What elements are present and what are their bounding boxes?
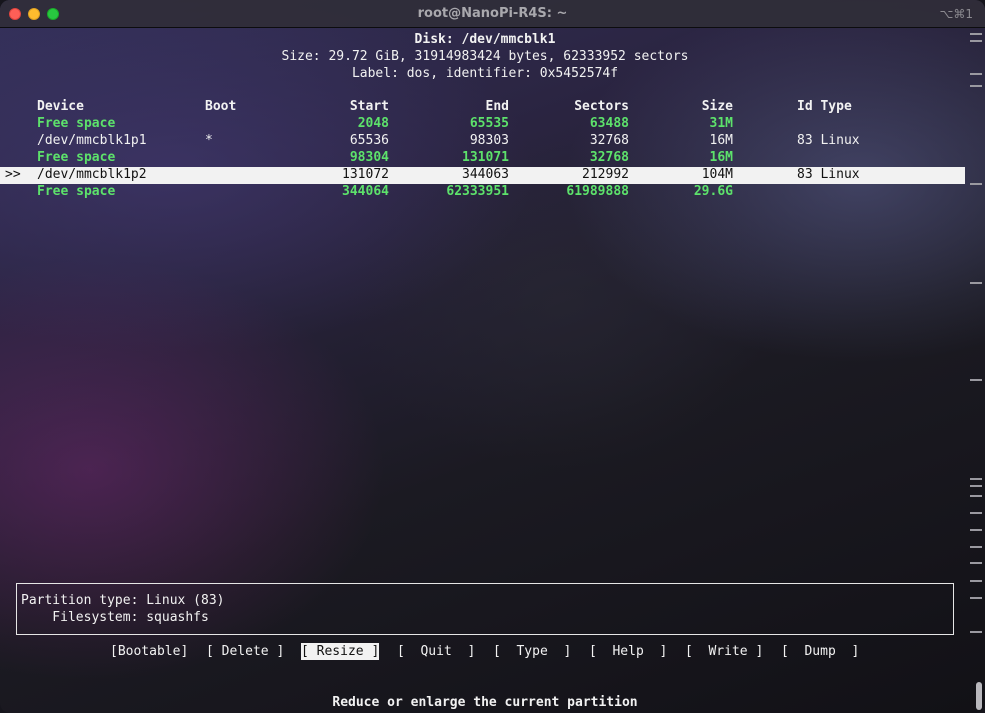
write-button[interactable]: [ Write ] bbox=[685, 643, 763, 660]
partition-row[interactable]: Free space 344064 62333951 61989888 29.6… bbox=[0, 184, 965, 201]
row-device: /dev/mmcblk1p1 bbox=[37, 133, 147, 148]
scroll-mark bbox=[970, 183, 982, 185]
header-size: Size bbox=[701, 99, 733, 114]
partition-row[interactable]: Free space 98304 131071 32768 16M bbox=[0, 150, 965, 167]
row-size: 16M bbox=[709, 133, 733, 148]
row-size: 16M bbox=[709, 150, 733, 165]
header-sectors: Sectors bbox=[574, 99, 629, 114]
terminal-window: root@NanoPi-R4S: ~ ⌥⌘1 Disk: /dev/mmcblk… bbox=[0, 0, 985, 713]
header-start: Start bbox=[349, 99, 389, 114]
resize-button[interactable]: [ Resize ] bbox=[301, 643, 380, 660]
partition-row-selected[interactable]: >> /dev/mmcblk1p2 131072 344063 212992 1… bbox=[0, 167, 965, 184]
row-end: 131071 bbox=[462, 150, 509, 165]
disk-size: Size: 29.72 GiB, 31914983424 bytes, 6233… bbox=[281, 49, 689, 64]
row-start: 2048 bbox=[357, 116, 389, 131]
partition-type-text: Partition type: Linux (83) bbox=[21, 593, 225, 608]
scroll-mark bbox=[970, 597, 982, 599]
scrollbar-thumb[interactable] bbox=[976, 682, 982, 710]
row-sectors: 63488 bbox=[589, 116, 629, 131]
row-start: 98304 bbox=[349, 150, 389, 165]
row-start: 65536 bbox=[349, 133, 389, 148]
row-idtype: 83 Linux bbox=[797, 133, 860, 148]
vertical-scrollbar[interactable] bbox=[965, 28, 985, 713]
scroll-mark bbox=[970, 40, 982, 42]
row-device: Free space bbox=[37, 116, 116, 131]
row-idtype: 83 Linux bbox=[797, 167, 860, 182]
scroll-mark bbox=[970, 512, 982, 514]
disk-label: Label: dos, identifier: 0x5452574f bbox=[351, 66, 619, 81]
partition-row[interactable]: /dev/mmcblk1p1 * 65536 98303 32768 16M 8… bbox=[0, 133, 965, 150]
window-shortcut: ⌥⌘1 bbox=[939, 7, 973, 21]
row-sectors: 32768 bbox=[589, 133, 629, 148]
header-end: End bbox=[485, 99, 509, 114]
row-size: 104M bbox=[701, 167, 733, 182]
scroll-mark bbox=[970, 580, 982, 582]
title-bar[interactable]: root@NanoPi-R4S: ~ ⌥⌘1 bbox=[0, 0, 985, 28]
dump-button[interactable]: [ Dump ] bbox=[781, 643, 859, 660]
scroll-mark bbox=[970, 379, 982, 381]
row-start: 344064 bbox=[342, 184, 389, 199]
row-sectors: 32768 bbox=[589, 150, 629, 165]
type-button[interactable]: [ Type ] bbox=[493, 643, 571, 660]
row-end: 62333951 bbox=[446, 184, 509, 199]
scroll-mark bbox=[970, 282, 982, 284]
header-device: Device bbox=[37, 99, 84, 114]
filesystem-text: Filesystem: squashfs bbox=[21, 610, 209, 625]
row-sectors: 61989888 bbox=[566, 184, 629, 199]
row-device: Free space bbox=[37, 150, 116, 165]
scroll-mark bbox=[970, 529, 982, 531]
header-idtype: Id Type bbox=[797, 99, 852, 114]
bootable-button[interactable]: [Bootable] bbox=[110, 643, 188, 660]
scroll-mark bbox=[970, 485, 982, 487]
row-end: 98303 bbox=[469, 133, 509, 148]
help-button[interactable]: [ Help ] bbox=[589, 643, 667, 660]
row-device: /dev/mmcblk1p2 bbox=[37, 167, 147, 182]
row-end: 65535 bbox=[469, 116, 509, 131]
scroll-mark bbox=[970, 631, 982, 633]
scroll-mark bbox=[970, 478, 982, 480]
row-boot: * bbox=[205, 133, 213, 148]
scroll-mark bbox=[970, 85, 982, 87]
quit-button[interactable]: [ Quit ] bbox=[397, 643, 475, 660]
row-size: 29.6G bbox=[693, 184, 733, 199]
terminal-content[interactable]: Disk: /dev/mmcblk1 Size: 29.72 GiB, 3191… bbox=[0, 28, 965, 713]
row-marker: >> bbox=[5, 167, 21, 182]
disk-name: Disk: /dev/mmcblk1 bbox=[414, 32, 556, 47]
scroll-mark bbox=[970, 73, 982, 75]
scroll-mark bbox=[970, 495, 982, 497]
scroll-mark bbox=[970, 562, 982, 564]
row-start: 131072 bbox=[342, 167, 389, 182]
scroll-mark bbox=[970, 33, 982, 35]
status-line: Reduce or enlarge the current partition bbox=[332, 695, 638, 710]
table-header: Device Boot Start End Sectors Size Id Ty… bbox=[0, 99, 965, 116]
partition-row[interactable]: Free space 2048 65535 63488 31M bbox=[0, 116, 965, 133]
row-size: 31M bbox=[709, 116, 733, 131]
scroll-mark bbox=[970, 546, 982, 548]
delete-button[interactable]: [ Delete ] bbox=[206, 643, 284, 660]
row-end: 344063 bbox=[462, 167, 509, 182]
window-title: root@NanoPi-R4S: ~ bbox=[417, 6, 568, 21]
row-sectors: 212992 bbox=[582, 167, 629, 182]
header-boot: Boot bbox=[205, 99, 237, 114]
row-device: Free space bbox=[37, 184, 116, 199]
